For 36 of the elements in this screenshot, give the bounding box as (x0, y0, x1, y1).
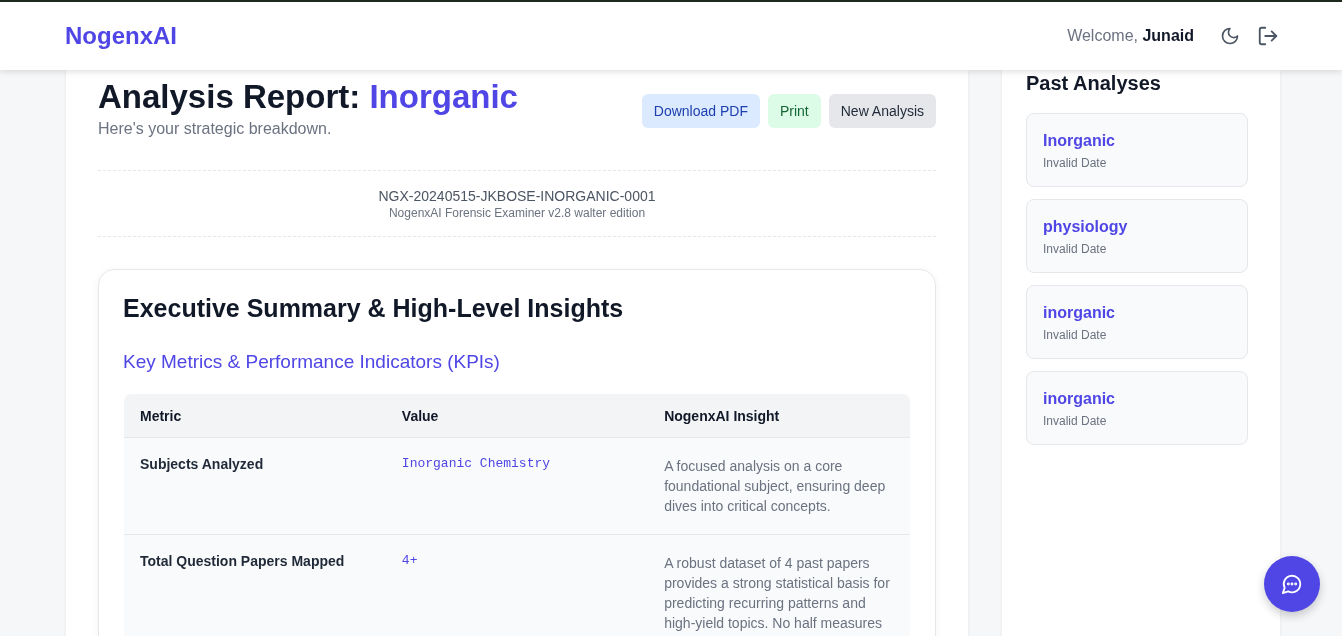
table-cell: A robust dataset of 4 past papers provides a strong statistical basis for predicting recurring patterns and high-yield topics. No half measures (648, 534, 910, 636)
analysis-name: Inorganic (1043, 132, 1116, 150)
engine-version: NogenxAI Forensic Examiner v2.8 walter edition (388, 206, 646, 220)
analysis-date: Invalid Date (1043, 328, 1108, 342)
action-button[interactable]: New Analysis (828, 94, 936, 128)
table-cell: Total Question Papers Mapped (124, 534, 386, 636)
table-cell: 4+ (385, 534, 649, 636)
column-header: Metric (124, 394, 386, 438)
analysis-date: Invalid Date (1043, 414, 1108, 428)
welcome-text: Welcome, Junaid (1067, 27, 1194, 45)
section-title: Executive Summary & High-Level Insights (123, 294, 625, 323)
logout-icon[interactable] (1256, 24, 1280, 48)
report-subtitle: Here's your strategic breakdown. (98, 120, 333, 138)
analysis-name: physiology (1043, 218, 1129, 236)
analysis-card[interactable]: inorganic Invalid Date (1026, 371, 1248, 445)
action-button[interactable]: Download PDF (641, 94, 760, 128)
column-header: NogenxAI Insight (648, 394, 910, 438)
analysis-date: Invalid Date (1043, 242, 1108, 256)
analysis-card[interactable]: Inorganic Invalid Date (1026, 113, 1248, 187)
analysis-name: inorganic (1043, 304, 1116, 322)
column-header: Value (385, 394, 649, 438)
logo: NogenxAI (65, 22, 177, 50)
chat-icon (1281, 573, 1303, 595)
table-cell: Inorganic Chemistry (385, 437, 649, 535)
action-button[interactable]: Print (767, 94, 821, 128)
chat-button[interactable] (1264, 556, 1320, 612)
report-id: NGX-20240515-JKBOSE-INORGANIC-0001 (378, 188, 656, 204)
sidebar-title: Past Analyses (1026, 72, 1162, 95)
analysis-card[interactable]: inorganic Invalid Date (1026, 285, 1248, 359)
analysis-card[interactable]: physiology Invalid Date (1026, 199, 1248, 273)
table-cell: A focused analysis on a core foundational subject, ensuring deep dives into critical concepts. (648, 437, 910, 535)
analysis-date: Invalid Date (1043, 156, 1108, 170)
report-title: Analysis Report: Inorganic (98, 78, 518, 116)
table-cell: Subjects Analyzed (124, 437, 386, 535)
analysis-name: inorganic (1043, 390, 1116, 408)
section-subtitle: Key Metrics & Performance Indicators (KPIs) (123, 351, 501, 373)
